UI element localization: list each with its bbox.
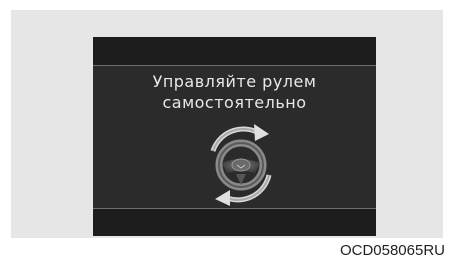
curved-arrow-clockwise-icon xyxy=(210,124,269,152)
display-top-bar xyxy=(93,37,376,65)
steering-graphic xyxy=(199,119,283,207)
message-line-1: Управляйте рулем xyxy=(152,72,317,91)
message-line-2: самостоятельно xyxy=(162,93,307,112)
steering-graphic-svg xyxy=(210,124,272,206)
top-divider xyxy=(93,65,376,66)
cluster-display: Управляйте рулем самостоятельно xyxy=(93,37,376,236)
warning-message: Управляйте рулем самостоятельно xyxy=(93,71,376,113)
figure-code: OCD058065RU xyxy=(339,242,445,259)
steering-wheel-icon xyxy=(215,139,267,191)
display-bottom-bar xyxy=(93,209,376,236)
